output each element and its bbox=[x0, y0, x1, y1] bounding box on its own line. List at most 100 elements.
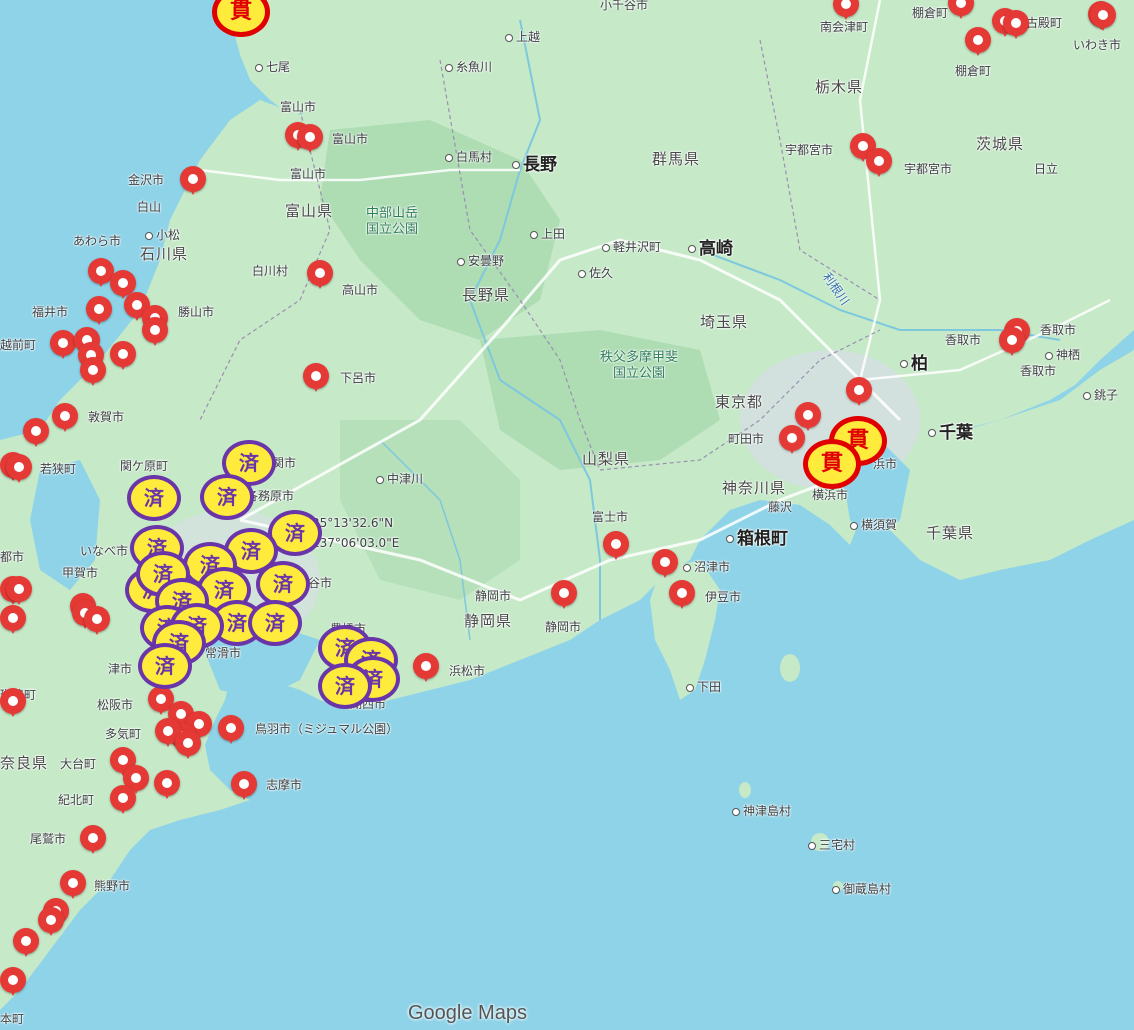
map-label: 佐久 bbox=[578, 266, 613, 280]
map-label: 棚倉町 bbox=[955, 64, 992, 78]
map-label: 千葉県 bbox=[926, 524, 975, 542]
map-pin-marker[interactable] bbox=[795, 402, 821, 431]
map-pin-marker[interactable] bbox=[80, 357, 106, 386]
map-label: 東京都 bbox=[715, 393, 764, 411]
map-label: 埼玉県 bbox=[700, 313, 749, 331]
map-label: 富山市 bbox=[280, 100, 317, 114]
map-pin-marker[interactable] bbox=[866, 148, 892, 177]
map-label: いなべ市 bbox=[80, 544, 129, 558]
map-label: 山梨県 bbox=[582, 450, 631, 468]
map-label: 越前町 bbox=[0, 338, 37, 352]
map-label: 勝山市 bbox=[178, 305, 215, 319]
map-label: 棚倉町 bbox=[912, 6, 949, 20]
map-label: いわき市 bbox=[1073, 38, 1122, 52]
map-pin-marker[interactable] bbox=[0, 605, 26, 634]
map-label: 白馬村 bbox=[445, 150, 492, 164]
map-label: 柏 bbox=[900, 356, 928, 373]
map-pin-marker[interactable] bbox=[110, 785, 136, 814]
map-pin-marker[interactable] bbox=[86, 296, 112, 325]
coordinate-lng: 137°06'03.0"E bbox=[312, 536, 400, 550]
map-label: 軽井沢町 bbox=[602, 240, 661, 254]
map-pin-marker[interactable] bbox=[0, 967, 26, 996]
map-pin-marker[interactable] bbox=[1090, 2, 1116, 31]
map-pin-marker[interactable] bbox=[297, 124, 323, 153]
map-label: 金沢市 bbox=[128, 173, 165, 187]
map-label: 沼津市 bbox=[683, 560, 730, 574]
map-label: 都市 bbox=[0, 550, 25, 564]
map-pin-marker[interactable] bbox=[84, 606, 110, 635]
map-label: 福井市 bbox=[32, 305, 69, 319]
map-pin-marker[interactable] bbox=[80, 825, 106, 854]
map-label: 小松 bbox=[145, 228, 180, 242]
map-label: 香取市 bbox=[1020, 364, 1057, 378]
map-canvas[interactable]: 小千谷市 南会津町 棚倉町 古殿町 いわき市 棚倉町 栃木県 茨城県 宇都宮市 … bbox=[0, 0, 1134, 1030]
sumi-marker[interactable]: 済 bbox=[127, 475, 181, 521]
map-pin-marker[interactable] bbox=[60, 870, 86, 899]
map-pin-marker[interactable] bbox=[231, 771, 257, 800]
map-label: 鳥羽市（ミジュマル公園） bbox=[255, 722, 399, 736]
sumi-marker[interactable]: 済 bbox=[248, 600, 302, 646]
map-label: 下田 bbox=[686, 680, 721, 694]
map-label: 浜松市 bbox=[449, 664, 486, 678]
map-pin-marker[interactable] bbox=[13, 928, 39, 957]
map-pin-marker[interactable] bbox=[1003, 10, 1029, 39]
map-pin-marker[interactable] bbox=[551, 580, 577, 609]
map-label: 神栖 bbox=[1045, 348, 1080, 362]
map-pin-marker[interactable] bbox=[110, 341, 136, 370]
map-pin-marker[interactable] bbox=[965, 27, 991, 56]
map-pin-marker[interactable] bbox=[154, 770, 180, 799]
map-label: 秩父多摩甲斐 国立公園 bbox=[600, 350, 679, 381]
map-label: 箱根町 bbox=[726, 531, 788, 548]
map-label: 横浜市 bbox=[812, 488, 849, 502]
map-label: 静岡県 bbox=[464, 612, 513, 630]
map-label: 栃木県 bbox=[815, 78, 864, 96]
map-pin-marker[interactable] bbox=[669, 580, 695, 609]
map-pin-marker[interactable] bbox=[307, 260, 333, 289]
map-label: 神奈川県 bbox=[722, 479, 787, 497]
map-pin-marker[interactable] bbox=[846, 377, 872, 406]
map-label: 白川村 bbox=[252, 264, 289, 278]
map-pin-marker[interactable] bbox=[6, 454, 32, 483]
map-label: 下呂市 bbox=[340, 371, 377, 385]
map-pin-marker[interactable] bbox=[303, 363, 329, 392]
map-label: 古殿町 bbox=[1026, 16, 1063, 30]
map-pin-marker[interactable] bbox=[999, 327, 1025, 356]
map-label: 静岡市 bbox=[545, 620, 582, 634]
map-label: 茨城県 bbox=[976, 135, 1025, 153]
map-pin-marker[interactable] bbox=[603, 531, 629, 560]
map-label: 富山市 bbox=[290, 167, 327, 181]
sumi-marker[interactable]: 済 bbox=[200, 474, 254, 520]
map-label: 若狭町 bbox=[40, 462, 77, 476]
map-label: 日立 bbox=[1034, 162, 1059, 176]
map-label: 町田市 bbox=[728, 432, 765, 446]
map-label: 安曇野 bbox=[457, 254, 504, 268]
map-pin-marker[interactable] bbox=[23, 418, 49, 447]
map-label: 上越 bbox=[505, 30, 540, 44]
map-label: 本町 bbox=[0, 1012, 25, 1026]
map-pin-marker[interactable] bbox=[413, 653, 439, 682]
map-label: 三宅村 bbox=[808, 838, 855, 852]
map-pin-marker[interactable] bbox=[6, 576, 32, 605]
map-pin-marker[interactable] bbox=[52, 403, 78, 432]
sumi-marker[interactable]: 済 bbox=[138, 643, 192, 689]
map-label: 松阪市 bbox=[97, 698, 134, 712]
map-pin-marker[interactable] bbox=[50, 330, 76, 359]
map-label: あわら市 bbox=[73, 234, 122, 248]
map-label: 銚子 bbox=[1083, 388, 1118, 402]
map-pin-marker[interactable] bbox=[180, 166, 206, 195]
sumi-marker[interactable]: 済 bbox=[318, 663, 372, 709]
map-label: 多気町 bbox=[105, 727, 142, 741]
map-label: 藤沢 bbox=[768, 500, 793, 514]
map-label: 南会津町 bbox=[820, 20, 869, 34]
map-pin-marker[interactable] bbox=[175, 730, 201, 759]
map-pin-marker[interactable] bbox=[652, 549, 678, 578]
map-pin-marker[interactable] bbox=[0, 688, 26, 717]
map-pin-marker[interactable] bbox=[218, 715, 244, 744]
map-label: 群馬県 bbox=[652, 150, 701, 168]
kan-marker[interactable]: 貫 bbox=[803, 439, 861, 489]
map-pin-marker[interactable] bbox=[142, 317, 168, 346]
map-label: 大台町 bbox=[60, 757, 97, 771]
map-pin-marker[interactable] bbox=[779, 425, 805, 454]
map-label: 敦賀市 bbox=[88, 410, 125, 424]
map-pin-marker[interactable] bbox=[38, 907, 64, 936]
